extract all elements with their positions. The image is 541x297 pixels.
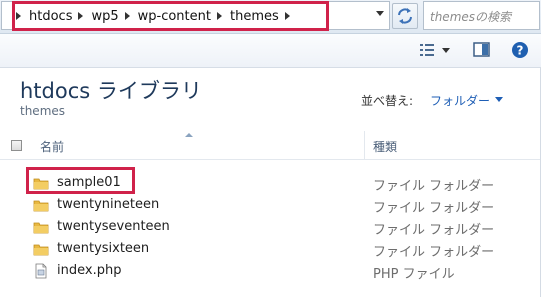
file-name: twentynineteen [57,197,160,212]
select-all-checkbox[interactable] [11,140,22,151]
sort-dropdown[interactable]: フォルダー [430,92,490,109]
chevron-down-icon[interactable] [495,97,503,102]
address-bar: htdocs wp5 wp-content themes themesの検索 [0,0,541,34]
chevron-right-icon[interactable] [284,12,290,20]
column-type-header[interactable]: 種類 [373,138,397,155]
folder-icon [33,197,49,217]
file-name: index.php [57,263,122,278]
file-name: sample01 [57,175,121,190]
file-type: ファイル フォルダー [373,245,495,260]
php-file-icon [33,263,49,283]
folder-icon [33,219,49,239]
preview-pane-icon [473,42,490,57]
address-dropdown-icon[interactable] [376,11,384,16]
file-type: ファイル フォルダー [373,179,495,194]
column-name-header[interactable]: 名前 [40,138,64,155]
list-item[interactable]: twentysixteen ファイル フォルダー [0,238,541,260]
help-button[interactable]: ? [511,40,529,60]
column-divider[interactable] [364,131,365,159]
page-subtitle: themes [20,104,66,118]
breadcrumb[interactable]: htdocs wp5 wp-content themes [1,1,390,30]
chevron-right-icon[interactable] [124,12,130,20]
search-placeholder: themesの検索 [430,10,512,24]
folder-icon [33,241,49,261]
file-name: twentyseventeen [57,219,170,234]
breadcrumb-themes[interactable]: themes [230,9,279,24]
list-item[interactable]: index.php PHP ファイル [0,260,541,282]
breadcrumb-wp5[interactable]: wp5 [91,9,118,24]
svg-text:?: ? [517,44,524,58]
list-item[interactable]: twentynineteen ファイル フォルダー [0,194,541,216]
file-type: ファイル フォルダー [373,201,495,216]
column-header: 名前 種類 [0,131,541,160]
file-type: ファイル フォルダー [373,223,495,238]
chevron-right-icon[interactable] [216,12,222,20]
sort-ascending-icon [185,133,193,137]
refresh-button[interactable] [392,3,418,29]
breadcrumb-wp-content[interactable]: wp-content [138,9,211,24]
list-item[interactable]: sample01 ファイル フォルダー [0,172,541,194]
sort-label: 並べ替え: [361,94,414,108]
list-item[interactable]: twentyseventeen ファイル フォルダー [0,216,541,238]
help-icon: ? [512,42,528,58]
chevron-right-icon[interactable] [78,12,84,20]
file-type: PHP ファイル [373,267,455,282]
file-name: twentysixteen [57,241,150,256]
page-title: htdocs ライブラリ [20,79,202,103]
preview-pane-button[interactable] [473,40,491,60]
search-input[interactable]: themesの検索 [423,1,540,30]
folder-icon [33,175,49,195]
chevron-right-icon[interactable] [16,12,21,20]
toolbar: ? [0,34,541,68]
view-options-button[interactable] [418,40,452,60]
view-options-icon [420,44,450,56]
breadcrumb-htdocs[interactable]: htdocs [29,9,72,24]
refresh-icon [398,8,412,24]
